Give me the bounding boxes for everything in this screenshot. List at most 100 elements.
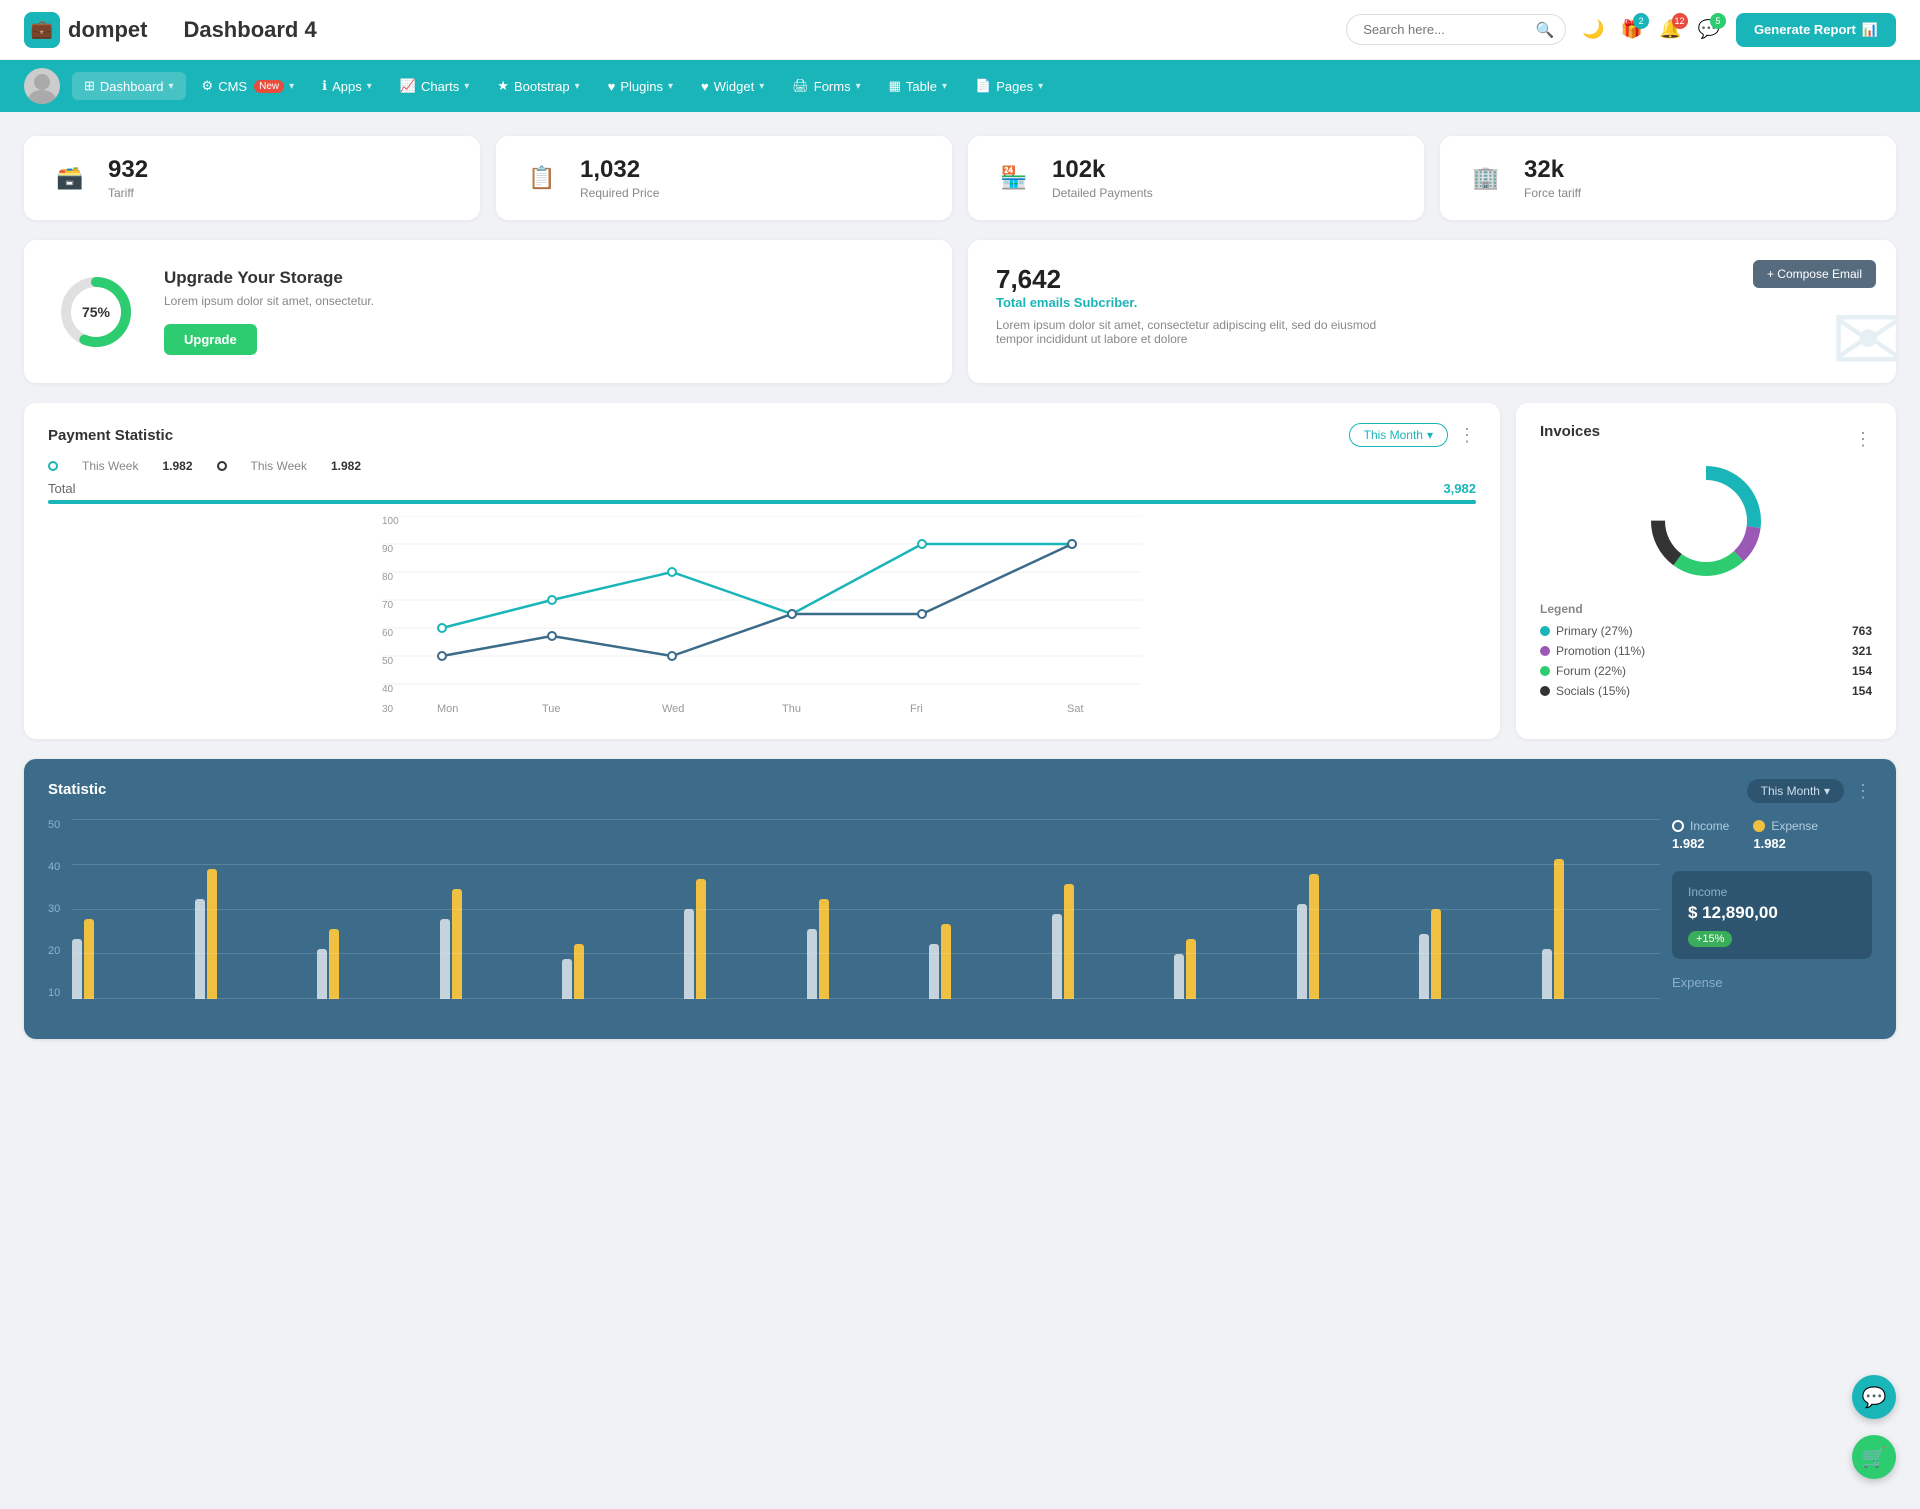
sidebar-item-table[interactable]: ▦ Table ▾ [877,72,959,100]
bar-group-9 [1052,884,1170,999]
this-month-button[interactable]: This Month ▾ [1349,423,1448,447]
bar-group-13 [1542,859,1660,999]
search-wrap: 🔍 [1346,14,1566,45]
income-box-label: Income [1688,885,1856,899]
email-desc: Lorem ipsum dolor sit amet, consectetur … [996,318,1416,346]
y-label-20: 20 [48,945,60,957]
chevron-down-icon: ▾ [575,81,580,92]
star-icon: ★ [497,78,509,94]
sidebar-item-charts[interactable]: 📈 Charts ▾ [388,72,482,100]
generate-report-button[interactable]: Generate Report 📊 [1736,13,1896,47]
support-fab[interactable]: 💬 [1852,1375,1896,1419]
bar-group-5 [562,944,680,999]
detailed-payments-icon: 🏪 [992,156,1036,200]
bell-icon[interactable]: 🔔 12 [1659,19,1681,40]
income-label: Income [1690,819,1729,833]
sidebar-item-forms[interactable]: 🖨 Forms ▾ [780,72,872,100]
main-content: 🗃️ 932 Tariff 📋 1,032 Required Price 🏪 1… [0,112,1920,1063]
invoices-title: Invoices [1540,423,1600,440]
statistic-title: Statistic [48,781,106,798]
sidebar-item-dashboard[interactable]: ⊞ Dashboard ▾ [72,72,186,100]
chevron-down-icon: ▾ [464,81,469,92]
page-title: Dashboard 4 [183,17,1330,43]
more-options-button[interactable]: ⋮ [1458,425,1476,446]
stat-card-detailed-payments: 🏪 102k Detailed Payments [968,136,1424,220]
svg-text:80: 80 [382,572,394,583]
gift-icon[interactable]: 🎁 2 [1621,19,1643,40]
y-label-30: 30 [48,903,60,915]
svg-text:30: 30 [382,704,394,715]
invoices-legend: Legend Primary (27%) 763 Promotion (11%)… [1540,602,1872,698]
legend-item-forum: Forum (22%) 154 [1540,664,1872,678]
tariff-label: Tariff [108,186,148,200]
income-change-badge: +15% [1688,931,1732,947]
y-label-40: 40 [48,861,60,873]
income-value: 1.982 [1672,836,1705,851]
svg-text:40: 40 [382,684,394,695]
gift-badge: 2 [1633,13,1649,29]
shop-fab[interactable]: 🛒 [1852,1435,1896,1479]
email-subtitle: Total emails Subcriber. [996,295,1868,310]
mid-row: 75% Upgrade Your Storage Lorem ipsum dol… [24,240,1896,383]
storage-card: 75% Upgrade Your Storage Lorem ipsum dol… [24,240,952,383]
total-bar [48,500,1476,504]
promotion-dot [1540,646,1550,656]
svg-text:Wed: Wed [662,703,684,715]
tariff-icon: 🗃️ [48,156,92,200]
sidebar-item-plugins[interactable]: ♥ Plugins ▾ [596,73,685,100]
header: dompet Dashboard 4 🔍 🌙 🎁 2 🔔 12 💬 5 Gene… [0,0,1920,60]
invoices-more-button[interactable]: ⋮ [1854,429,1872,450]
dashboard-icon: ⊞ [84,78,95,94]
sidebar-item-widget[interactable]: ♥ Widget ▾ [689,73,776,100]
upgrade-button[interactable]: Upgrade [164,324,257,355]
bar-group-10 [1174,939,1292,999]
compose-email-button[interactable]: + Compose Email [1753,260,1876,288]
header-icons: 🌙 🎁 2 🔔 12 💬 5 [1582,19,1720,40]
required-price-label: Required Price [580,186,659,200]
search-input[interactable] [1346,14,1566,45]
payment-statistic-card: Payment Statistic This Month ▾ ⋮ This We… [24,403,1500,739]
chat-icon[interactable]: 💬 5 [1698,19,1720,40]
stat-cards: 🗃️ 932 Tariff 📋 1,032 Required Price 🏪 1… [24,136,1896,220]
widget-icon: ♥ [701,79,709,94]
print-icon: 🖨 [792,78,809,94]
expense-value: 1.982 [1753,836,1786,851]
storage-title: Upgrade Your Storage [164,268,374,288]
legend-dot-dark [217,461,227,471]
legend-item-socials: Socials (15%) 154 [1540,684,1872,698]
svg-text:50: 50 [382,656,394,667]
chat-badge: 5 [1710,13,1726,29]
stat-card-force-tariff: 🏢 32k Force tariff [1440,136,1896,220]
bar-group-4 [440,889,558,999]
logo: dompet [24,12,147,48]
legend-item-primary: Primary (27%) 763 [1540,624,1872,638]
moon-icon[interactable]: 🌙 [1582,19,1604,40]
logo-icon [24,12,60,48]
force-tariff-icon: 🏢 [1464,156,1508,200]
sidebar-item-bootstrap[interactable]: ★ Bootstrap ▾ [485,72,591,100]
bar-group-1 [72,919,190,999]
expense-dot [1753,820,1765,832]
detailed-payments-number: 102k [1052,156,1153,184]
chevron-down-icon: ▾ [169,81,174,92]
svg-text:Thu: Thu [782,703,801,715]
sidebar-item-pages[interactable]: 📄 Pages ▾ [963,72,1055,100]
required-price-number: 1,032 [580,156,659,184]
sidebar-item-apps[interactable]: ℹ Apps ▾ [310,72,384,100]
user-avatar [24,68,60,104]
svg-text:Mon: Mon [437,703,458,715]
socials-dot [1540,686,1550,696]
tariff-number: 932 [108,156,148,184]
navbar: ⊞ Dashboard ▾ ⚙ CMS New ▾ ℹ Apps ▾ 📈 Cha… [0,60,1920,112]
y-label-10: 10 [48,987,60,999]
detailed-payments-label: Detailed Payments [1052,186,1153,200]
chevron-down-icon: ▾ [856,81,861,92]
statistic-this-month-button[interactable]: This Month ▾ [1747,779,1844,803]
line-chart: 100 90 80 70 60 50 40 30 [48,516,1476,719]
bell-badge: 12 [1672,13,1688,29]
charts-icon: 📈 [400,78,416,94]
statistic-more-button[interactable]: ⋮ [1854,781,1872,802]
logo-text: dompet [68,17,147,43]
bar-group-2 [195,869,313,999]
sidebar-item-cms[interactable]: ⚙ CMS New ▾ [190,72,307,100]
